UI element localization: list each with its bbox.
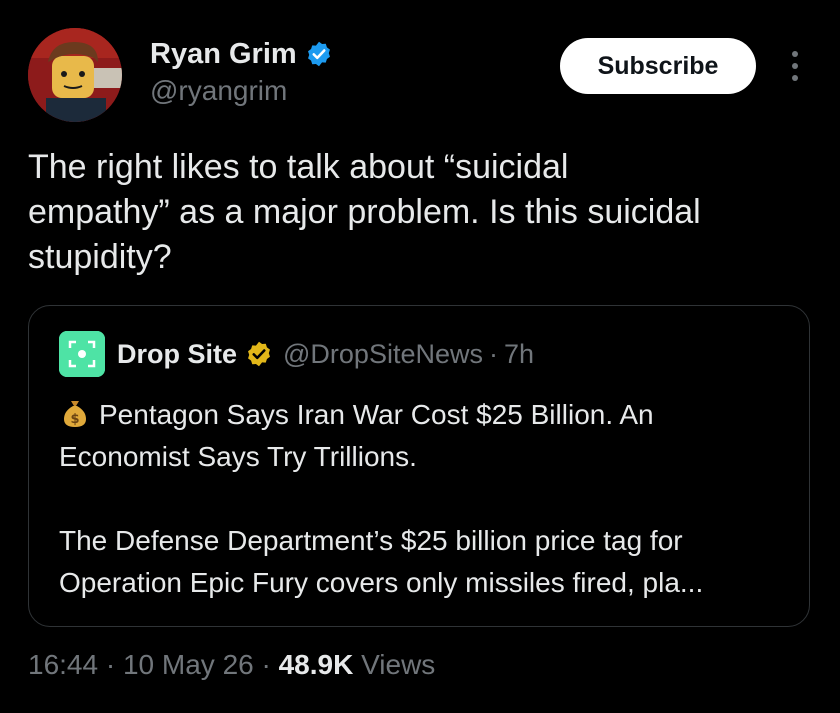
- author-name-row: Ryan Grim: [150, 36, 333, 72]
- tweet-card: Ryan Grim @ryangrim Subscribe The right …: [0, 0, 840, 713]
- more-vertical-icon[interactable]: [780, 46, 810, 86]
- tweet-date[interactable]: 10 May 26: [123, 649, 254, 680]
- tweet-time[interactable]: 16:44: [28, 649, 98, 680]
- svg-text:$: $: [70, 412, 79, 427]
- quote-separator: ·: [488, 338, 498, 369]
- subscribe-button[interactable]: Subscribe: [560, 38, 756, 94]
- quote-author-name: Drop Site: [117, 338, 238, 369]
- views-count: 48.9K: [278, 649, 354, 680]
- meta-separator: ·: [105, 649, 116, 680]
- gold-verified-badge-icon: [245, 340, 273, 368]
- quote-header: Drop Site @DropSiteNews · 7h: [59, 331, 535, 377]
- author-handle[interactable]: @ryangrim: [150, 74, 287, 108]
- quote-timestamp: 7h: [503, 338, 535, 369]
- quoted-tweet[interactable]: Drop Site @DropSiteNews · 7h $ Pentagon …: [28, 305, 810, 627]
- quote-author-handle: @DropSiteNews: [283, 338, 483, 369]
- tweet-text: The right likes to talk about “suicidal …: [28, 148, 701, 276]
- money-bag-icon: $: [59, 397, 91, 429]
- verified-badge-icon: [305, 40, 333, 68]
- tweet-meta: 16:44 · 10 May 26 · 48.9K Views: [28, 645, 435, 685]
- quote-body-text: The Defense Department’s $25 billion pri…: [59, 525, 704, 598]
- quote-headline: Pentagon Says Iran War Cost $25 Billion.…: [59, 399, 654, 472]
- author-name[interactable]: Ryan Grim: [150, 36, 297, 72]
- author-avatar[interactable]: [28, 28, 122, 122]
- quote-avatar[interactable]: [59, 331, 105, 377]
- quote-body: $ Pentagon Says Iran War Cost $25 Billio…: [59, 394, 789, 604]
- quote-gap: [59, 478, 789, 520]
- meta-separator: ·: [261, 649, 271, 680]
- quote-headline-line: $ Pentagon Says Iran War Cost $25 Billio…: [59, 394, 789, 478]
- views-label: Views: [361, 649, 436, 680]
